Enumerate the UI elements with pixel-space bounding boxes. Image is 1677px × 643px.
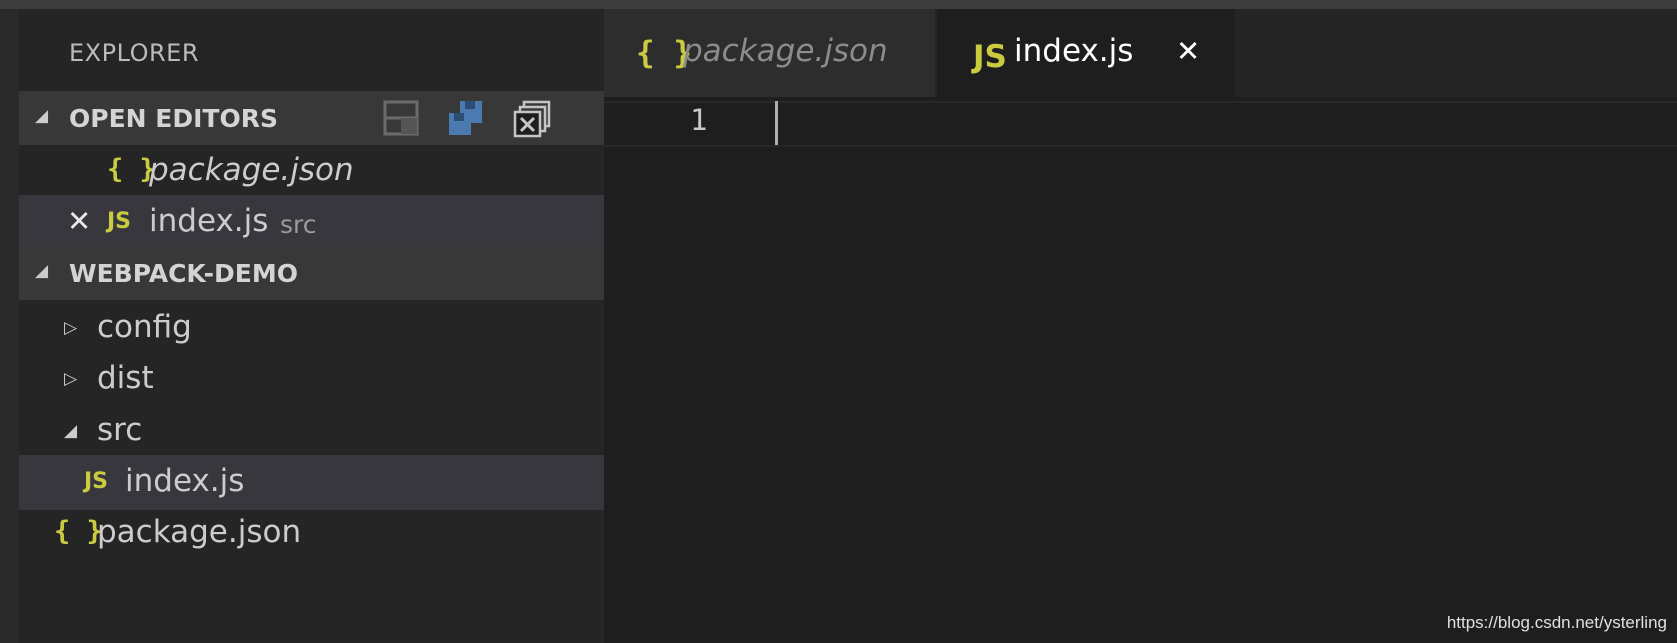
folder-name: dist <box>97 360 154 396</box>
js-icon: JS <box>973 39 1007 75</box>
collapse-triangle-icon[interactable]: ◢ <box>35 106 48 126</box>
tree-folder-dist[interactable]: ▷ dist <box>19 352 604 407</box>
file-name: index.js <box>125 463 245 499</box>
close-all-editors-icon[interactable] <box>512 99 552 139</box>
tab-label: package.json <box>683 33 888 69</box>
save-all-icon[interactable] <box>446 99 486 139</box>
explorer-title: EXPLORER <box>69 39 199 67</box>
tree-folder-src[interactable]: ◢ src <box>19 404 604 459</box>
open-editor-path: src <box>280 210 317 239</box>
explorer-sidebar: EXPLORER ◢ OPEN EDITORS { } package.json… <box>19 9 604 643</box>
tree-file-package-json[interactable]: { } package.json <box>19 506 604 561</box>
close-icon[interactable]: ✕ <box>67 204 91 238</box>
title-bar <box>0 0 1677 9</box>
chevron-down-icon[interactable]: ◢ <box>64 421 77 441</box>
current-line-highlight <box>604 101 1677 147</box>
open-editor-filename: package.json <box>149 152 354 188</box>
editor-tab-bar: { } package.json JS index.js ✕ <box>604 9 1677 97</box>
json-braces-icon: { } <box>54 516 103 547</box>
folder-name: src <box>97 412 143 448</box>
close-icon[interactable]: ✕ <box>1176 34 1200 68</box>
open-editor-item-index-js[interactable]: ✕ JS index.js src <box>19 195 604 250</box>
tree-file-index-js[interactable]: JS index.js <box>19 455 604 510</box>
folder-name: config <box>97 309 192 345</box>
collapse-triangle-icon[interactable]: ◢ <box>35 261 48 281</box>
open-editor-filename: index.js <box>149 203 269 239</box>
open-editors-label: OPEN EDITORS <box>69 104 278 133</box>
chevron-right-icon[interactable]: ▷ <box>64 369 77 389</box>
file-name: package.json <box>97 514 302 550</box>
project-folder-label: WEBPACK-DEMO <box>69 259 298 288</box>
code-text-area[interactable] <box>775 145 1675 641</box>
project-folder-header[interactable]: ◢ WEBPACK-DEMO <box>19 246 604 300</box>
activity-bar <box>0 9 19 643</box>
js-icon: JS <box>84 469 109 494</box>
watermark: https://blog.csdn.net/ysterling <box>1446 613 1667 632</box>
open-editor-item-package-json[interactable]: { } package.json <box>19 144 604 199</box>
tree-folder-config[interactable]: ▷ config <box>19 301 604 356</box>
tab-index-js[interactable]: JS index.js ✕ <box>937 9 1235 97</box>
line-number: 1 <box>690 103 708 137</box>
editor-area: { } package.json JS index.js ✕ 1 <box>604 9 1677 643</box>
text-cursor <box>775 101 778 145</box>
tab-package-json[interactable]: { } package.json <box>604 9 935 97</box>
new-untitled-file-icon[interactable] <box>382 99 422 139</box>
open-editors-header[interactable]: ◢ OPEN EDITORS <box>19 91 604 145</box>
js-icon: JS <box>107 209 132 234</box>
tab-label: index.js <box>1014 33 1134 69</box>
chevron-right-icon[interactable]: ▷ <box>64 318 77 338</box>
